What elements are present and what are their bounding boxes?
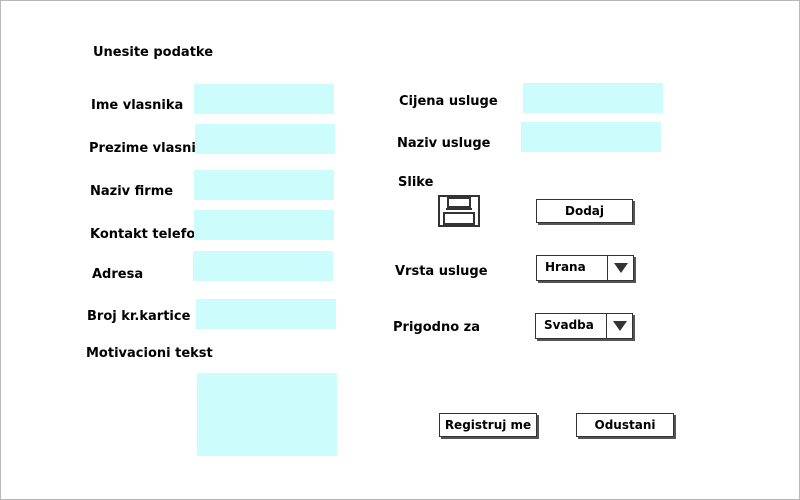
motivation-label: Motivacioni tekst [86,346,213,361]
chevron-down-icon[interactable] [613,321,627,331]
company-name-input[interactable] [194,170,334,200]
owner-first-name-input[interactable] [194,84,334,114]
add-image-button[interactable]: Dodaj [536,199,633,223]
save-icon[interactable] [438,195,480,227]
card-number-input[interactable] [196,299,336,329]
service-type-dropdown[interactable]: Hrana [536,255,634,281]
owner-last-name-input[interactable] [195,124,335,154]
owner-first-name-label: Ime vlasnika [91,98,184,113]
service-type-label: Vrsta usluge [395,264,488,279]
card-number-label: Broj kr.kartice [87,309,191,324]
service-type-selected: Hrana [545,260,586,274]
chevron-down-icon[interactable] [614,263,628,273]
address-input[interactable] [193,251,333,281]
contact-phone-input[interactable] [194,210,334,240]
contact-phone-label: Kontakt telefon [90,227,205,242]
occasion-selected: Svadba [544,318,594,332]
motivation-textarea[interactable] [197,373,337,456]
company-name-label: Naziv firme [90,184,174,199]
form-title: Unesite podatke [93,45,214,60]
occasion-dropdown[interactable]: Svadba [535,313,633,339]
address-label: Adresa [92,267,144,282]
register-button[interactable]: Registruj me [439,413,537,437]
service-name-label: Naziv usluge [397,136,491,151]
service-price-input[interactable] [523,83,663,113]
images-label: Slike [398,175,434,190]
service-name-input[interactable] [521,122,661,152]
occasion-label: Prigodno za [393,320,480,335]
cancel-button[interactable]: Odustani [576,413,674,437]
service-price-label: Cijena usluge [399,94,498,109]
form-window: Unesite podatke Ime vlasnika Prezime vla… [0,0,800,500]
service-type-separator [607,256,608,280]
occasion-separator [606,314,607,338]
